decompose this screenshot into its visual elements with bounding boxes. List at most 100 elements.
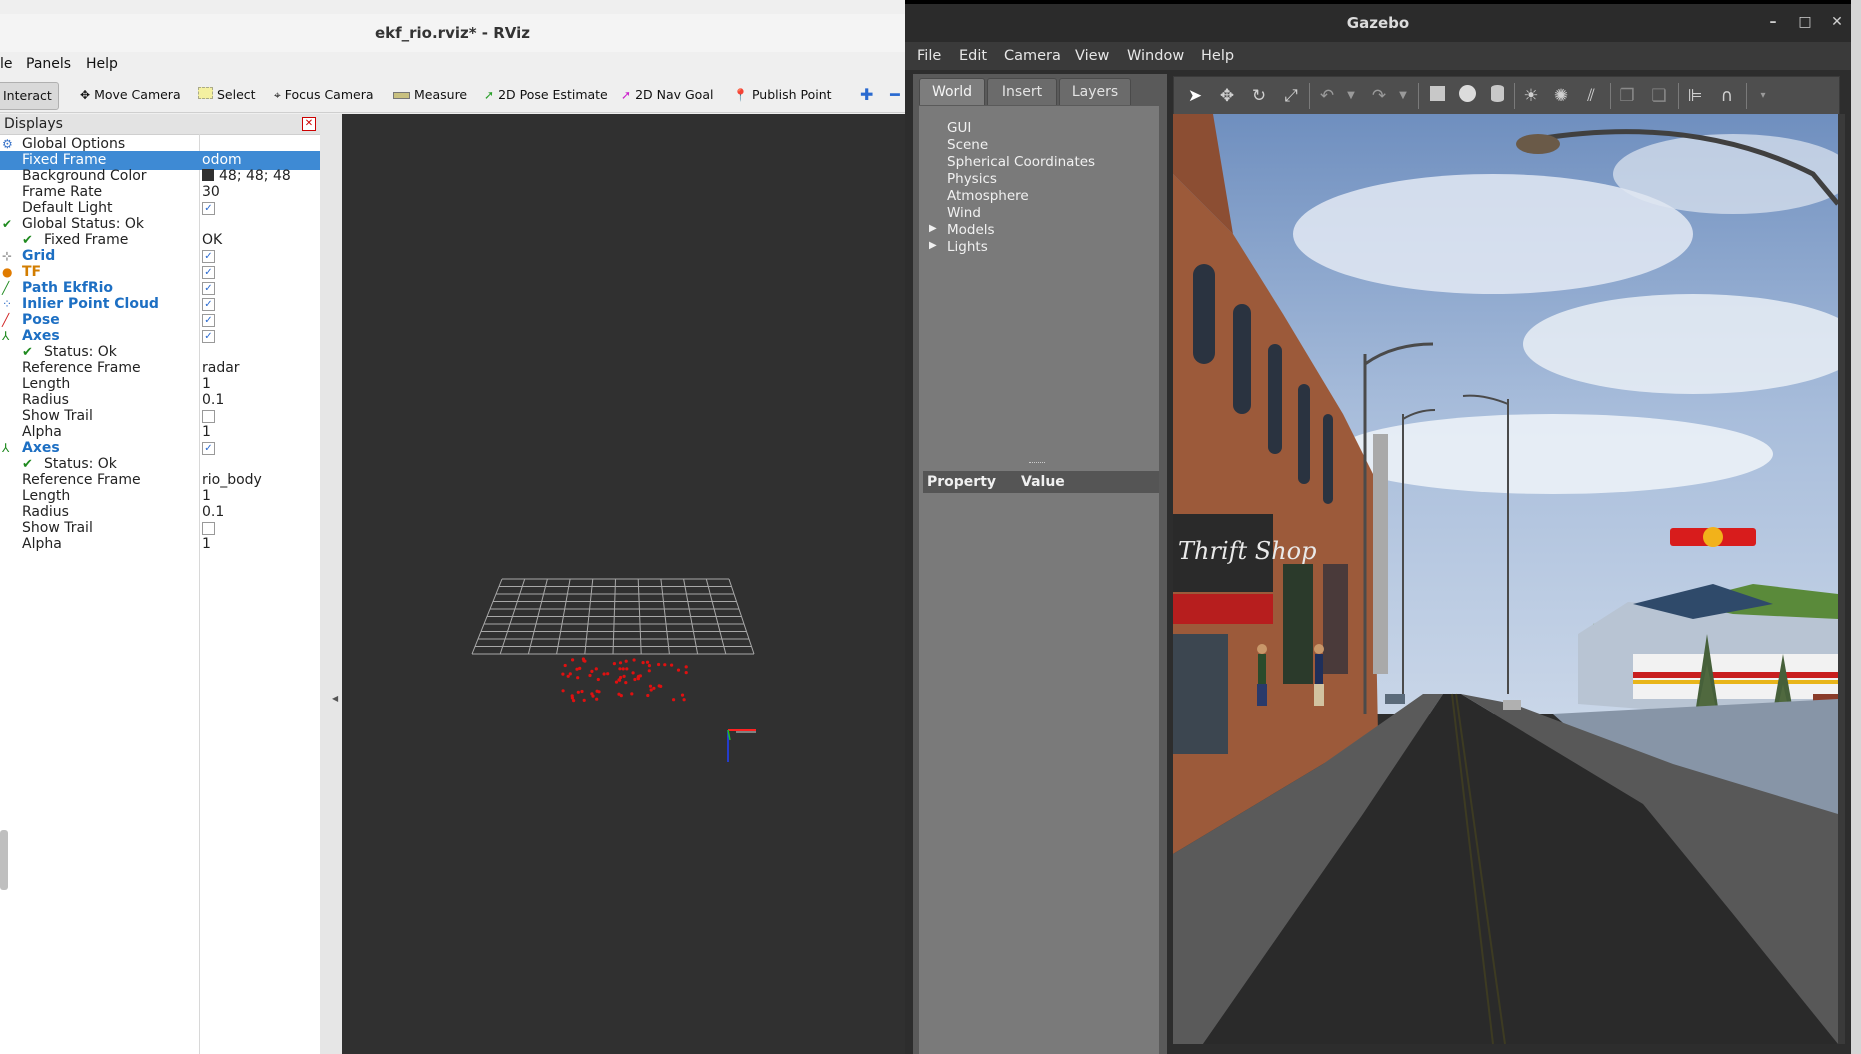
cloud-point: [619, 694, 623, 698]
checkbox[interactable]: ✓: [202, 281, 215, 295]
select-label: Select: [217, 87, 256, 102]
undo-dropdown-icon[interactable]: ▼: [1340, 85, 1362, 107]
map-pin-icon: 📍: [733, 88, 748, 102]
tab-world[interactable]: World: [919, 78, 985, 105]
checkbox[interactable]: ✓: [202, 329, 215, 343]
world-item-spherical-coordinates[interactable]: Spherical Coordinates: [947, 154, 1095, 171]
rotate-icon[interactable]: ↻: [1248, 85, 1270, 107]
cloud-point: [647, 664, 651, 668]
checkbox[interactable]: ✓: [202, 313, 215, 327]
cloud-point: [575, 667, 579, 671]
cylinder-shape-icon[interactable]: [1486, 85, 1508, 107]
cloud-point: [624, 659, 628, 663]
cloud-point: [619, 675, 623, 680]
property-table-header: Property Value: [923, 471, 1159, 493]
menu-camera[interactable]: Camera: [1004, 42, 1061, 70]
checkbox[interactable]: ✓: [202, 201, 215, 215]
splitter-handle[interactable]: [1029, 462, 1045, 465]
publish-point-tool-button[interactable]: 📍 Publish Point: [733, 82, 832, 108]
world-item-wind[interactable]: Wind: [947, 205, 981, 222]
checkbox[interactable]: ✓: [202, 297, 215, 311]
move-camera-tool-button[interactable]: ✥ Move Camera: [80, 82, 181, 108]
world-item-models[interactable]: Models: [947, 222, 995, 239]
displays-row[interactable]: Alpha 1: [0, 535, 320, 554]
checkbox[interactable]: [202, 521, 215, 535]
rviz-menu-bar: le Panels Help: [0, 52, 905, 76]
world-item-physics[interactable]: Physics: [947, 171, 997, 188]
color-swatch[interactable]: [202, 169, 214, 181]
checkbox[interactable]: [202, 409, 215, 423]
menu-file-partial[interactable]: le: [0, 52, 13, 76]
scale-icon[interactable]: ⤢: [1280, 85, 1302, 107]
menu-help[interactable]: Help: [1201, 42, 1234, 70]
cloud-point: [625, 667, 629, 671]
collapse-arrow-icon[interactable]: ◀: [332, 694, 338, 703]
minimize-icon[interactable]: –: [1763, 12, 1783, 32]
checkbox[interactable]: ✓: [202, 249, 215, 263]
maximize-icon[interactable]: □: [1795, 12, 1815, 32]
menu-file[interactable]: File: [917, 42, 941, 70]
cloud-point: [670, 663, 674, 667]
displays-panel: Displays ✕ ⚙ Global Options Fixed Frame odo…: [0, 114, 321, 1054]
paste-icon[interactable]: ❏: [1648, 85, 1670, 107]
tab-layers[interactable]: Layers: [1059, 78, 1131, 105]
panel-splitter[interactable]: ◀: [320, 114, 342, 1054]
snap-magnet-icon[interactable]: ∩: [1716, 85, 1738, 107]
cloud-point: [571, 658, 575, 662]
cloud-point: [636, 677, 640, 681]
gazebo-3d-scene[interactable]: Thrift Shop: [1173, 114, 1838, 1044]
sphere-shape-icon[interactable]: [1456, 85, 1478, 107]
add-tool-icon[interactable]: ✚: [860, 82, 873, 108]
redo-icon[interactable]: ↷: [1368, 85, 1390, 107]
expand-arrow-icon[interactable]: ▶: [929, 240, 937, 251]
point-light-icon[interactable]: ☀: [1520, 85, 1542, 107]
align-icon[interactable]: ⊫: [1684, 85, 1706, 107]
box-shape-icon[interactable]: [1426, 85, 1448, 107]
more-dropdown-icon[interactable]: ▾: [1752, 85, 1774, 107]
displays-title: Displays: [4, 116, 63, 132]
world-item-lights[interactable]: Lights: [947, 239, 988, 256]
menu-panels[interactable]: Panels: [26, 52, 71, 76]
directional-light-icon[interactable]: ⫽: [1580, 85, 1602, 107]
menu-help[interactable]: Help: [86, 52, 118, 76]
world-item-gui[interactable]: GUI: [947, 120, 971, 137]
remove-tool-icon[interactable]: ━: [890, 82, 900, 108]
spot-light-icon[interactable]: ✺: [1550, 85, 1572, 107]
grid: [471, 578, 755, 655]
3d-viewport[interactable]: [342, 114, 905, 1054]
left-edge-scroll-handle[interactable]: [0, 830, 8, 890]
focus-camera-tool-button[interactable]: ⌖ Focus Camera: [274, 82, 374, 108]
world-item-atmosphere[interactable]: Atmosphere: [947, 188, 1029, 205]
copy-icon[interactable]: ❐: [1616, 85, 1638, 107]
select-box-icon: [198, 87, 213, 99]
close-icon[interactable]: ✕: [302, 117, 316, 131]
2d-nav-goal-tool-button[interactable]: ➚ 2D Nav Goal: [621, 82, 713, 108]
menu-window[interactable]: Window: [1127, 42, 1184, 70]
row-value: 1: [202, 536, 211, 552]
cloud-point: [596, 677, 600, 682]
viewport-scene: [471, 578, 756, 762]
cloud-point: [614, 680, 619, 684]
cloud-point: [581, 657, 585, 661]
translate-icon[interactable]: ✥: [1216, 85, 1238, 107]
expand-arrow-icon[interactable]: ▶: [929, 223, 937, 234]
menu-edit[interactable]: Edit: [959, 42, 987, 70]
redo-dropdown-icon[interactable]: ▼: [1392, 85, 1414, 107]
tab-insert[interactable]: Insert: [987, 78, 1057, 105]
select-tool-button[interactable]: Select: [198, 82, 256, 108]
measure-tool-button[interactable]: Measure: [393, 82, 467, 108]
2d-pose-estimate-tool-button[interactable]: ➚ 2D Pose Estimate: [484, 82, 608, 108]
cloud-point: [612, 662, 616, 666]
publish-point-label: Publish Point: [751, 87, 832, 102]
interact-tool-button[interactable]: Interact: [0, 82, 59, 110]
select-arrow-icon[interactable]: ➤: [1184, 85, 1206, 107]
toolbar-separator: [1746, 83, 1747, 109]
world-item-scene[interactable]: Scene: [947, 137, 988, 154]
checkbox[interactable]: ✓: [202, 441, 215, 455]
toolbar-separator: [1418, 83, 1419, 109]
close-window-icon[interactable]: ✕: [1827, 12, 1847, 32]
menu-view[interactable]: View: [1075, 42, 1109, 70]
cloud-point: [588, 673, 592, 678]
checkbox[interactable]: ✓: [202, 265, 215, 279]
undo-icon[interactable]: ↶: [1316, 85, 1338, 107]
